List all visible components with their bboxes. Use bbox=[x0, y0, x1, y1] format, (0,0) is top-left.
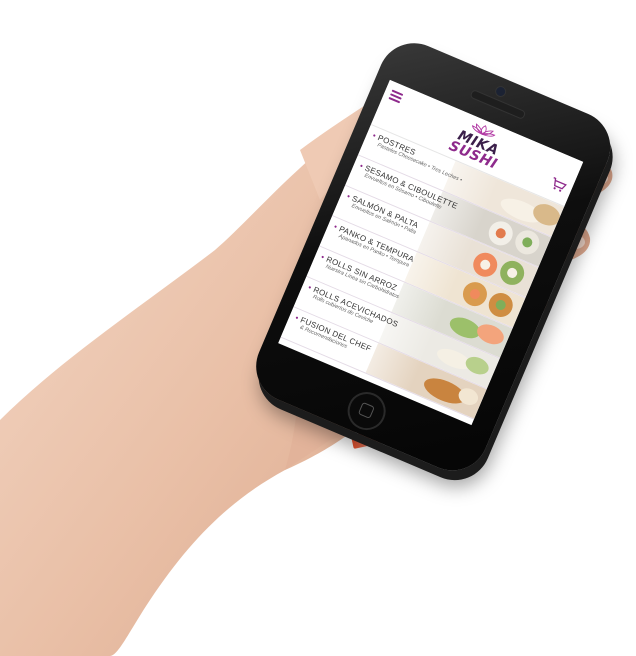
camera-icon bbox=[493, 84, 508, 99]
cart-icon[interactable] bbox=[549, 175, 568, 192]
hamburger-menu-icon[interactable] bbox=[388, 89, 404, 104]
home-button[interactable] bbox=[341, 386, 392, 436]
